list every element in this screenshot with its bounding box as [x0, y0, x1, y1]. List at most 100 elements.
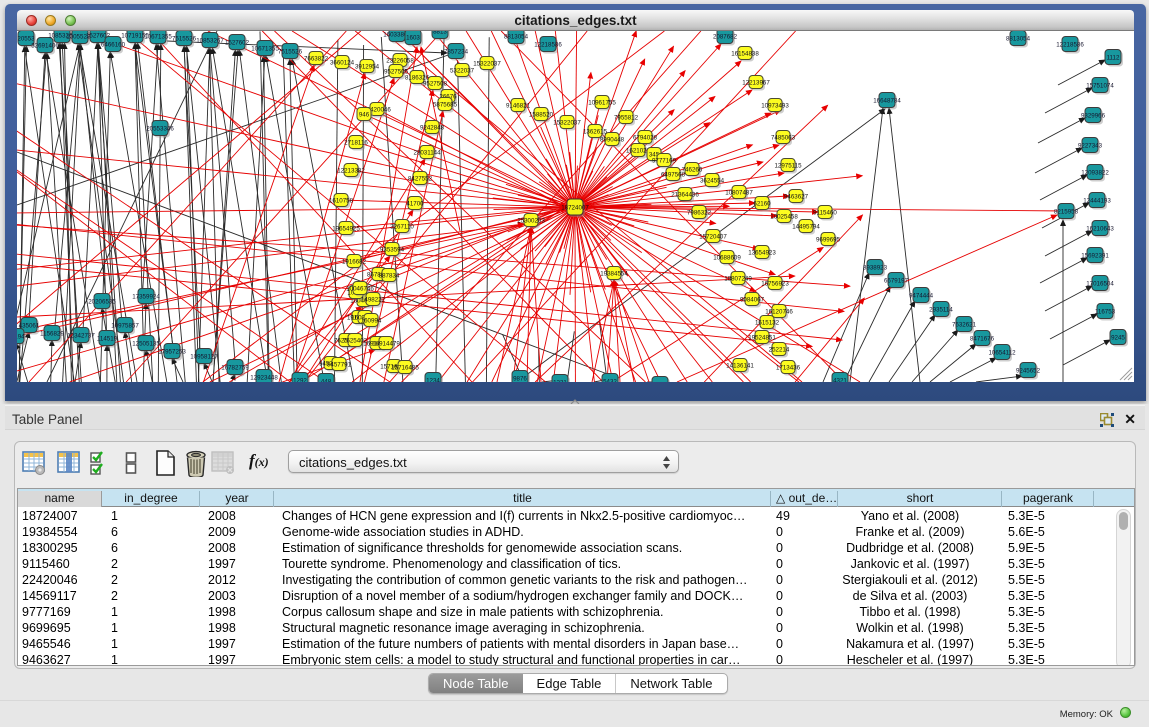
svg-text:1588520: 1588520	[529, 112, 554, 119]
svg-text:8938923: 8938923	[863, 265, 888, 272]
svg-text:8990448: 8990448	[600, 137, 625, 144]
svg-text:1362615: 1362615	[583, 129, 608, 136]
svg-text:10973493: 10973493	[761, 103, 789, 110]
svg-text:9457791: 9457791	[327, 362, 352, 369]
svg-text:7955812: 7955812	[614, 115, 639, 122]
svg-text:6466160: 6466160	[101, 42, 126, 49]
svg-text:13654923: 13654923	[748, 250, 776, 257]
svg-text:1610758: 1610758	[329, 198, 354, 205]
svg-text:10807487: 10807487	[725, 190, 753, 197]
svg-text:9115460: 9115460	[813, 210, 837, 217]
svg-text:12213382: 12213382	[337, 168, 365, 175]
svg-text:12444193: 12444193	[1083, 198, 1111, 205]
svg-text:10046746: 10046746	[346, 286, 374, 293]
svg-text:3660124: 3660124	[330, 60, 355, 67]
svg-text:1498222: 1498222	[361, 297, 386, 304]
svg-text:9084067: 9084067	[740, 297, 765, 304]
svg-text:1713436: 1713436	[776, 365, 801, 372]
svg-text:1234: 1234	[426, 378, 440, 383]
svg-text:9527508: 9527508	[423, 81, 448, 88]
svg-text:12975115: 12975115	[774, 163, 802, 170]
svg-text:1615132: 1615132	[755, 320, 780, 327]
svg-text:41700: 41700	[406, 201, 424, 208]
svg-text:25300203: 25300203	[517, 218, 545, 225]
svg-text:8765: 8765	[653, 382, 667, 383]
svg-text:9242848: 9242848	[420, 125, 445, 132]
svg-text:1156829: 1156829	[40, 331, 64, 338]
svg-text:16756923: 16756923	[761, 281, 789, 288]
svg-text:8427552: 8427552	[408, 176, 433, 183]
svg-text:10671355: 10671355	[251, 46, 279, 53]
svg-text:7485063: 7485063	[771, 135, 796, 142]
svg-text:114519: 114519	[97, 336, 118, 343]
svg-text:1292: 1292	[293, 378, 307, 383]
svg-text:20553346: 20553346	[146, 126, 174, 133]
svg-text:5432: 5432	[603, 379, 617, 383]
svg-text:3624554: 3624554	[700, 178, 725, 185]
svg-text:15692391: 15692391	[1081, 253, 1109, 260]
svg-text:7632621: 7632621	[952, 322, 977, 329]
svg-text:7625402: 7625402	[343, 338, 368, 345]
svg-text:6679197: 6679197	[884, 278, 909, 285]
svg-text:2935114: 2935114	[929, 307, 953, 314]
svg-text:9329966: 9329966	[1081, 113, 1106, 120]
svg-text:6497568: 6497568	[661, 172, 686, 179]
svg-text:9245: 9245	[1111, 335, 1125, 342]
svg-text:7515526: 7515526	[172, 36, 197, 43]
svg-text:19384554: 19384554	[600, 271, 628, 278]
svg-text:9777169: 9777169	[652, 158, 677, 165]
svg-text:16914479: 16914479	[372, 341, 400, 348]
svg-text:21364436: 21364436	[671, 192, 699, 199]
svg-text:10654112: 10654112	[988, 350, 1016, 357]
svg-text:17016504: 17016504	[1086, 281, 1114, 288]
svg-text:9463627: 9463627	[784, 194, 809, 201]
svg-text:16154838: 16154838	[731, 51, 759, 58]
svg-text:16648784: 16648784	[873, 98, 901, 105]
svg-text:28031144: 28031144	[413, 150, 441, 157]
svg-text:12093822: 12093822	[1081, 170, 1109, 177]
svg-text:12218586: 12218586	[534, 42, 562, 49]
svg-text:12505135: 12505135	[132, 341, 160, 348]
svg-text:9146821: 9146821	[506, 103, 531, 110]
svg-text:10975857: 10975857	[111, 323, 139, 330]
svg-text:2718116: 2718116	[344, 140, 368, 147]
svg-text:1603: 1603	[406, 35, 420, 42]
svg-text:19524851: 19524851	[748, 335, 776, 342]
svg-text:252214: 252214	[769, 347, 790, 354]
svg-text:160994: 160994	[361, 318, 382, 325]
svg-text:7663822: 7663822	[304, 56, 329, 63]
svg-text:9474444: 9474444	[909, 293, 934, 300]
svg-text:10025458: 10025458	[770, 214, 798, 221]
svg-text:32691406: 32691406	[31, 43, 59, 50]
svg-text:16210643: 16210643	[1086, 226, 1114, 233]
svg-text:12923448: 12923448	[250, 375, 278, 382]
svg-text:9227343: 9227343	[1078, 143, 1103, 150]
svg-text:8813: 8813	[433, 31, 447, 36]
svg-text:16782759: 16782759	[221, 365, 249, 372]
svg-text:10958127: 10958127	[190, 354, 218, 361]
svg-text:20206535: 20206535	[88, 299, 116, 306]
svg-text:9876: 9876	[513, 376, 527, 383]
svg-text:10961755: 10961755	[588, 100, 616, 107]
svg-text:10671355: 10671355	[144, 34, 172, 41]
svg-text:18724007: 18724007	[561, 205, 589, 212]
svg-text:1916682: 1916682	[342, 259, 367, 266]
svg-text:17957253: 17957253	[158, 349, 186, 356]
svg-text:12342737: 12342737	[67, 333, 95, 340]
svg-text:8215958: 8215958	[1054, 209, 1079, 216]
svg-text:946: 946	[359, 112, 370, 119]
svg-text:8813054: 8813054	[504, 34, 529, 41]
svg-text:4321: 4321	[833, 378, 847, 383]
svg-text:15322037: 15322037	[473, 61, 501, 68]
svg-text:23226058: 23226058	[386, 58, 414, 65]
svg-text:116753: 116753	[1095, 309, 1116, 316]
svg-text:8471676: 8471676	[970, 336, 995, 343]
svg-text:10688609: 10688609	[713, 255, 741, 262]
svg-text:5322037: 5322037	[450, 68, 475, 75]
svg-text:448: 448	[321, 379, 332, 383]
svg-text:8813054: 8813054	[1006, 36, 1031, 43]
svg-text:887834: 887834	[379, 273, 400, 280]
svg-text:18807249: 18807249	[724, 276, 752, 283]
svg-text:9245652: 9245652	[1016, 368, 1041, 375]
svg-text:15716485: 15716485	[391, 365, 419, 372]
